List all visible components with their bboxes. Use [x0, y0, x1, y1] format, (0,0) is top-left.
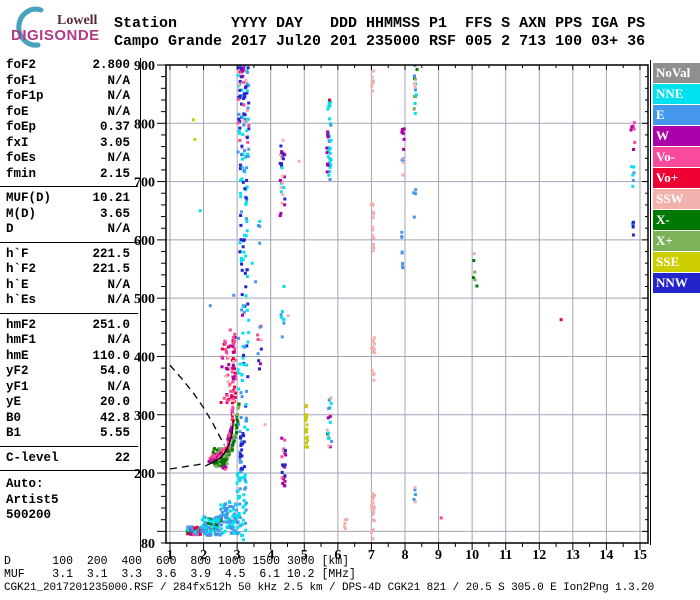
file-info-row: CGK21_2017201235000.RSF / 284fx512h 50 k…	[4, 582, 655, 594]
legend-item-sse: SSE	[653, 252, 700, 272]
svg-text:8: 8	[401, 548, 408, 563]
svg-text:12: 12	[532, 548, 546, 563]
svg-text:14: 14	[599, 548, 613, 563]
svg-text:10: 10	[465, 548, 479, 563]
svg-text:700: 700	[134, 176, 155, 191]
legend-item-vo+: Vo+	[653, 168, 700, 188]
legend-separator-line	[650, 60, 651, 545]
svg-text:600: 600	[134, 234, 155, 249]
legend-item-nne: NNE	[653, 84, 700, 104]
svg-text:800: 800	[134, 117, 155, 132]
svg-text:200: 200	[134, 467, 155, 482]
legend-item-vo-: Vo-	[653, 147, 700, 167]
distance-row: D 100 200 400 600 800 1000 1500 3000 [km…	[4, 555, 350, 568]
plot-border	[165, 64, 649, 544]
svg-text:9: 9	[435, 548, 442, 563]
svg-text:7: 7	[368, 548, 375, 563]
ionogram-plot: 900800700600500400300200801 2 3 4 5 6 7 8 9 10 11 1…	[134, 59, 649, 563]
svg-text:400: 400	[134, 350, 155, 365]
legend-item-nnw: NNW	[653, 273, 700, 293]
svg-text:11: 11	[499, 548, 512, 563]
legend-item-x-: X-	[653, 210, 700, 230]
legend-item-e: E	[653, 105, 700, 125]
svg-text:500: 500	[134, 292, 155, 307]
axis-labels: 900800700600500400300200801 2 3 4 5 6 7 8 9 10 11 1…	[134, 59, 647, 563]
axis-ticks	[157, 64, 648, 550]
profile-curves	[169, 364, 234, 470]
legend-item-noval: NoVal	[653, 63, 700, 83]
svg-text:80: 80	[141, 537, 155, 552]
grid-lines	[166, 65, 648, 543]
muf-row: MUF 3.1 3.1 3.3 3.6 3.9 4.5 6.1 10.2 [MH…	[4, 568, 356, 581]
svg-text:15: 15	[633, 548, 647, 563]
svg-text:300: 300	[134, 409, 155, 424]
legend-item-w: W	[653, 126, 700, 146]
legend-item-ssw: SSW	[653, 189, 700, 209]
legend-item-x+: X+	[653, 231, 700, 251]
svg-text:900: 900	[134, 59, 155, 74]
echo-points	[185, 65, 637, 542]
svg-text:13: 13	[566, 548, 580, 563]
